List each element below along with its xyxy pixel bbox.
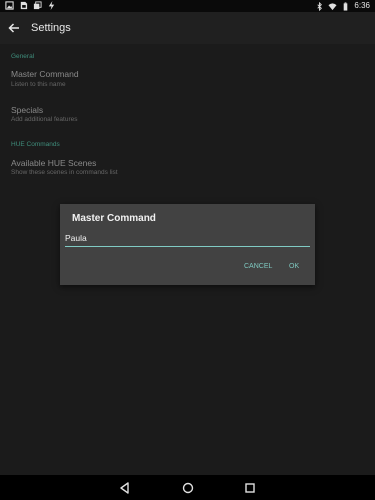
pref-title: Available HUE Scenes (11, 158, 97, 168)
home-nav-icon[interactable] (181, 481, 195, 495)
photo-notification-icon (5, 1, 14, 10)
back-nav-icon[interactable] (118, 481, 132, 495)
system-icons: 6:36 (315, 0, 370, 12)
recents-nav-icon[interactable] (243, 481, 257, 495)
app-toolbar: Settings (0, 12, 375, 44)
battery-icon (344, 1, 348, 11)
category-general: General (11, 53, 35, 60)
bluetooth-icon (317, 1, 323, 11)
dialog-title: Master Command (72, 213, 156, 224)
copy-notification-icon (33, 1, 42, 10)
navigation-bar (0, 475, 375, 500)
pref-summary: Add additional features (11, 116, 78, 123)
pref-title: Specials (11, 105, 44, 115)
pref-summary: Show these scenes in commands list (11, 169, 118, 176)
cancel-button[interactable]: CANCEL (244, 263, 272, 270)
notification-icons (5, 1, 56, 10)
master-command-dialog: Master Command CANCEL OK (60, 204, 315, 285)
category-hue-commands: HUE Commands (11, 141, 60, 148)
pref-title: Master Command (11, 69, 79, 79)
status-bar: 6:36 (0, 0, 375, 12)
flash-notification-icon (48, 1, 55, 10)
wifi-icon (328, 2, 337, 10)
status-time: 6:36 (354, 1, 370, 10)
sim-notification-icon (20, 1, 28, 10)
master-command-input[interactable] (65, 231, 310, 247)
page-title: Settings (31, 22, 71, 34)
ok-button[interactable]: OK (289, 263, 299, 270)
pref-summary: Listen to this name (11, 81, 66, 88)
back-arrow-icon[interactable] (7, 21, 21, 35)
